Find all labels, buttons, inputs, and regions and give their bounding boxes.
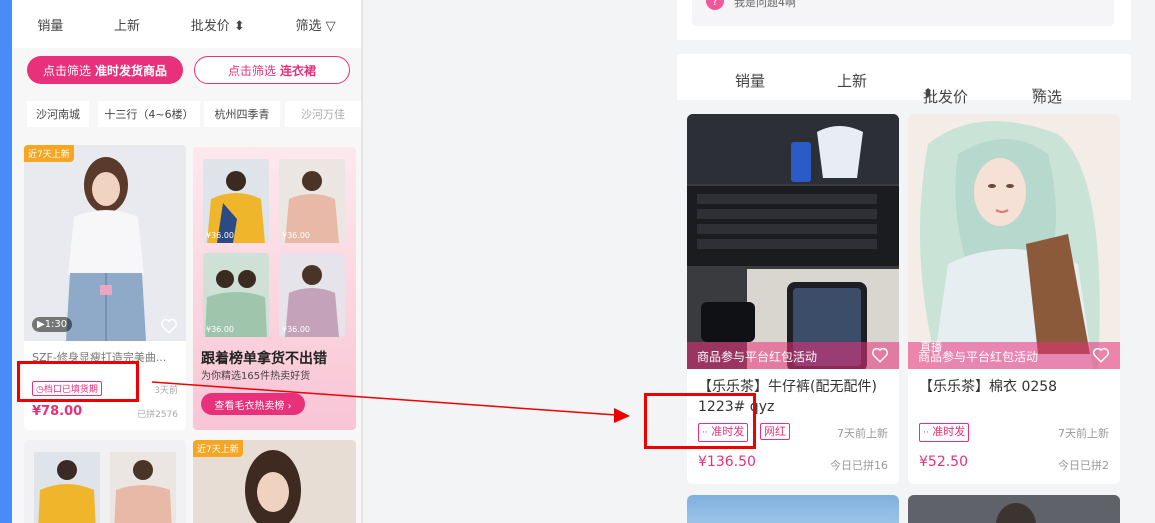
annotation-arrow <box>151 381 630 423</box>
